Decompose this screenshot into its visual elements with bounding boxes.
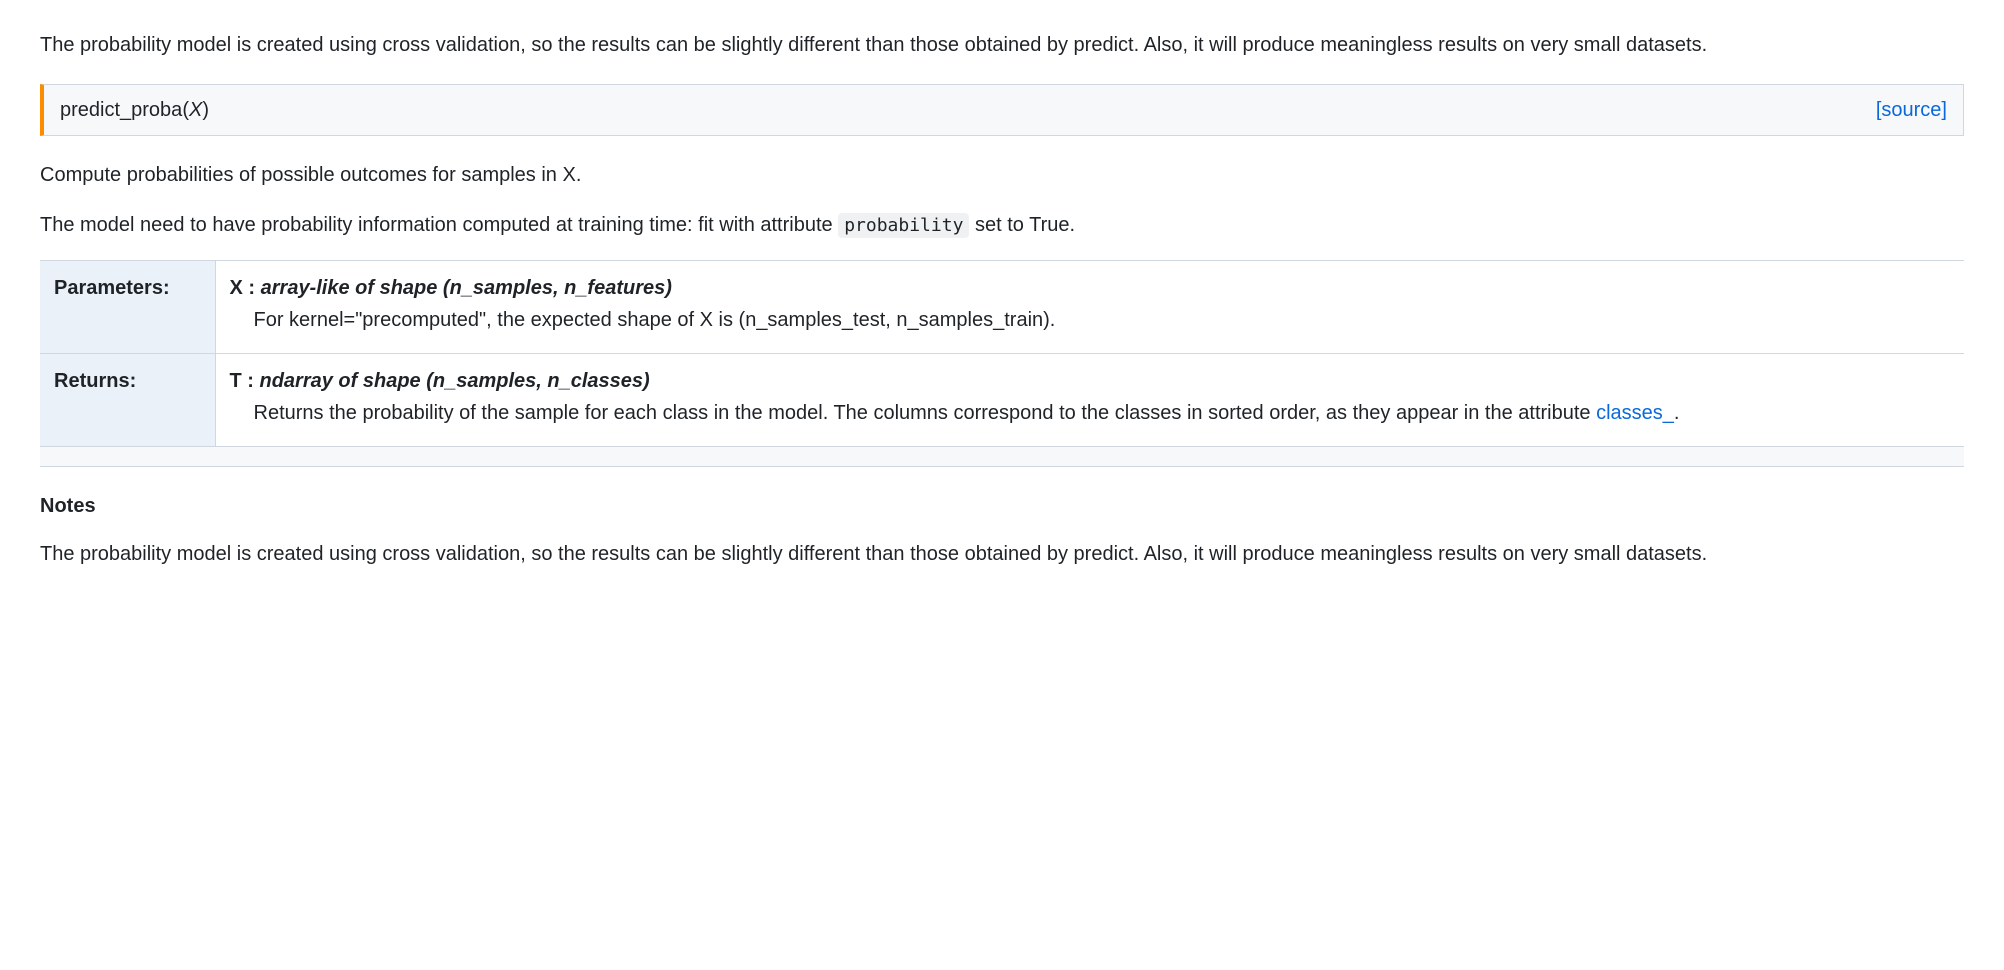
return-name-t: T [230,370,242,392]
description-line-1: Compute probabilities of possible outcom… [40,160,1964,190]
param-sep: : [243,277,261,299]
return-sep: : [242,370,260,392]
classes-link[interactable]: classes_ [1596,402,1674,424]
return-header: T : ndarray of shape (n_samples, n_class… [230,366,1951,396]
parameters-content: X : array-like of shape (n_samples, n_fe… [215,261,1964,354]
description-line-2: The model need to have probability infor… [40,210,1964,240]
notes-heading: Notes [40,491,1964,521]
method-close-paren: ) [202,99,209,121]
intro-paragraph: The probability model is created using c… [40,30,1964,60]
method-name: predict_proba(X) [60,95,209,125]
table-spacer-cell [40,447,1964,467]
param-name-x: X [230,277,243,299]
returns-label: Returns: [40,354,215,447]
return-desc-suffix: . [1674,402,1680,424]
field-list-table: Parameters: X : array-like of shape (n_s… [40,260,1964,467]
method-signature-block: predict_proba(X) [source] [40,84,1964,136]
source-link[interactable]: [source] [1876,95,1947,125]
parameters-row: Parameters: X : array-like of shape (n_s… [40,261,1964,354]
param-desc-x: For kernel="precomputed", the expected s… [230,305,1951,335]
description-2-prefix: The model need to have probability infor… [40,214,838,236]
returns-content: T : ndarray of shape (n_samples, n_class… [215,354,1964,447]
table-spacer-row [40,447,1964,467]
notes-paragraph: The probability model is created using c… [40,539,1964,569]
description-2-suffix: set to True. [969,214,1075,236]
return-type-t: ndarray of shape (n_samples, n_classes) [260,370,650,392]
probability-code: probability [838,213,969,238]
return-desc-t: Returns the probability of the sample fo… [230,398,1951,428]
param-header: X : array-like of shape (n_samples, n_fe… [230,273,1951,303]
returns-row: Returns: T : ndarray of shape (n_samples… [40,354,1964,447]
method-param: X [189,99,202,121]
method-fn-name: predict_proba [60,99,182,121]
parameters-label: Parameters: [40,261,215,354]
method-open-paren: ( [182,99,189,121]
return-desc-prefix: Returns the probability of the sample fo… [254,402,1597,424]
param-type-x: array-like of shape (n_samples, n_featur… [261,277,672,299]
